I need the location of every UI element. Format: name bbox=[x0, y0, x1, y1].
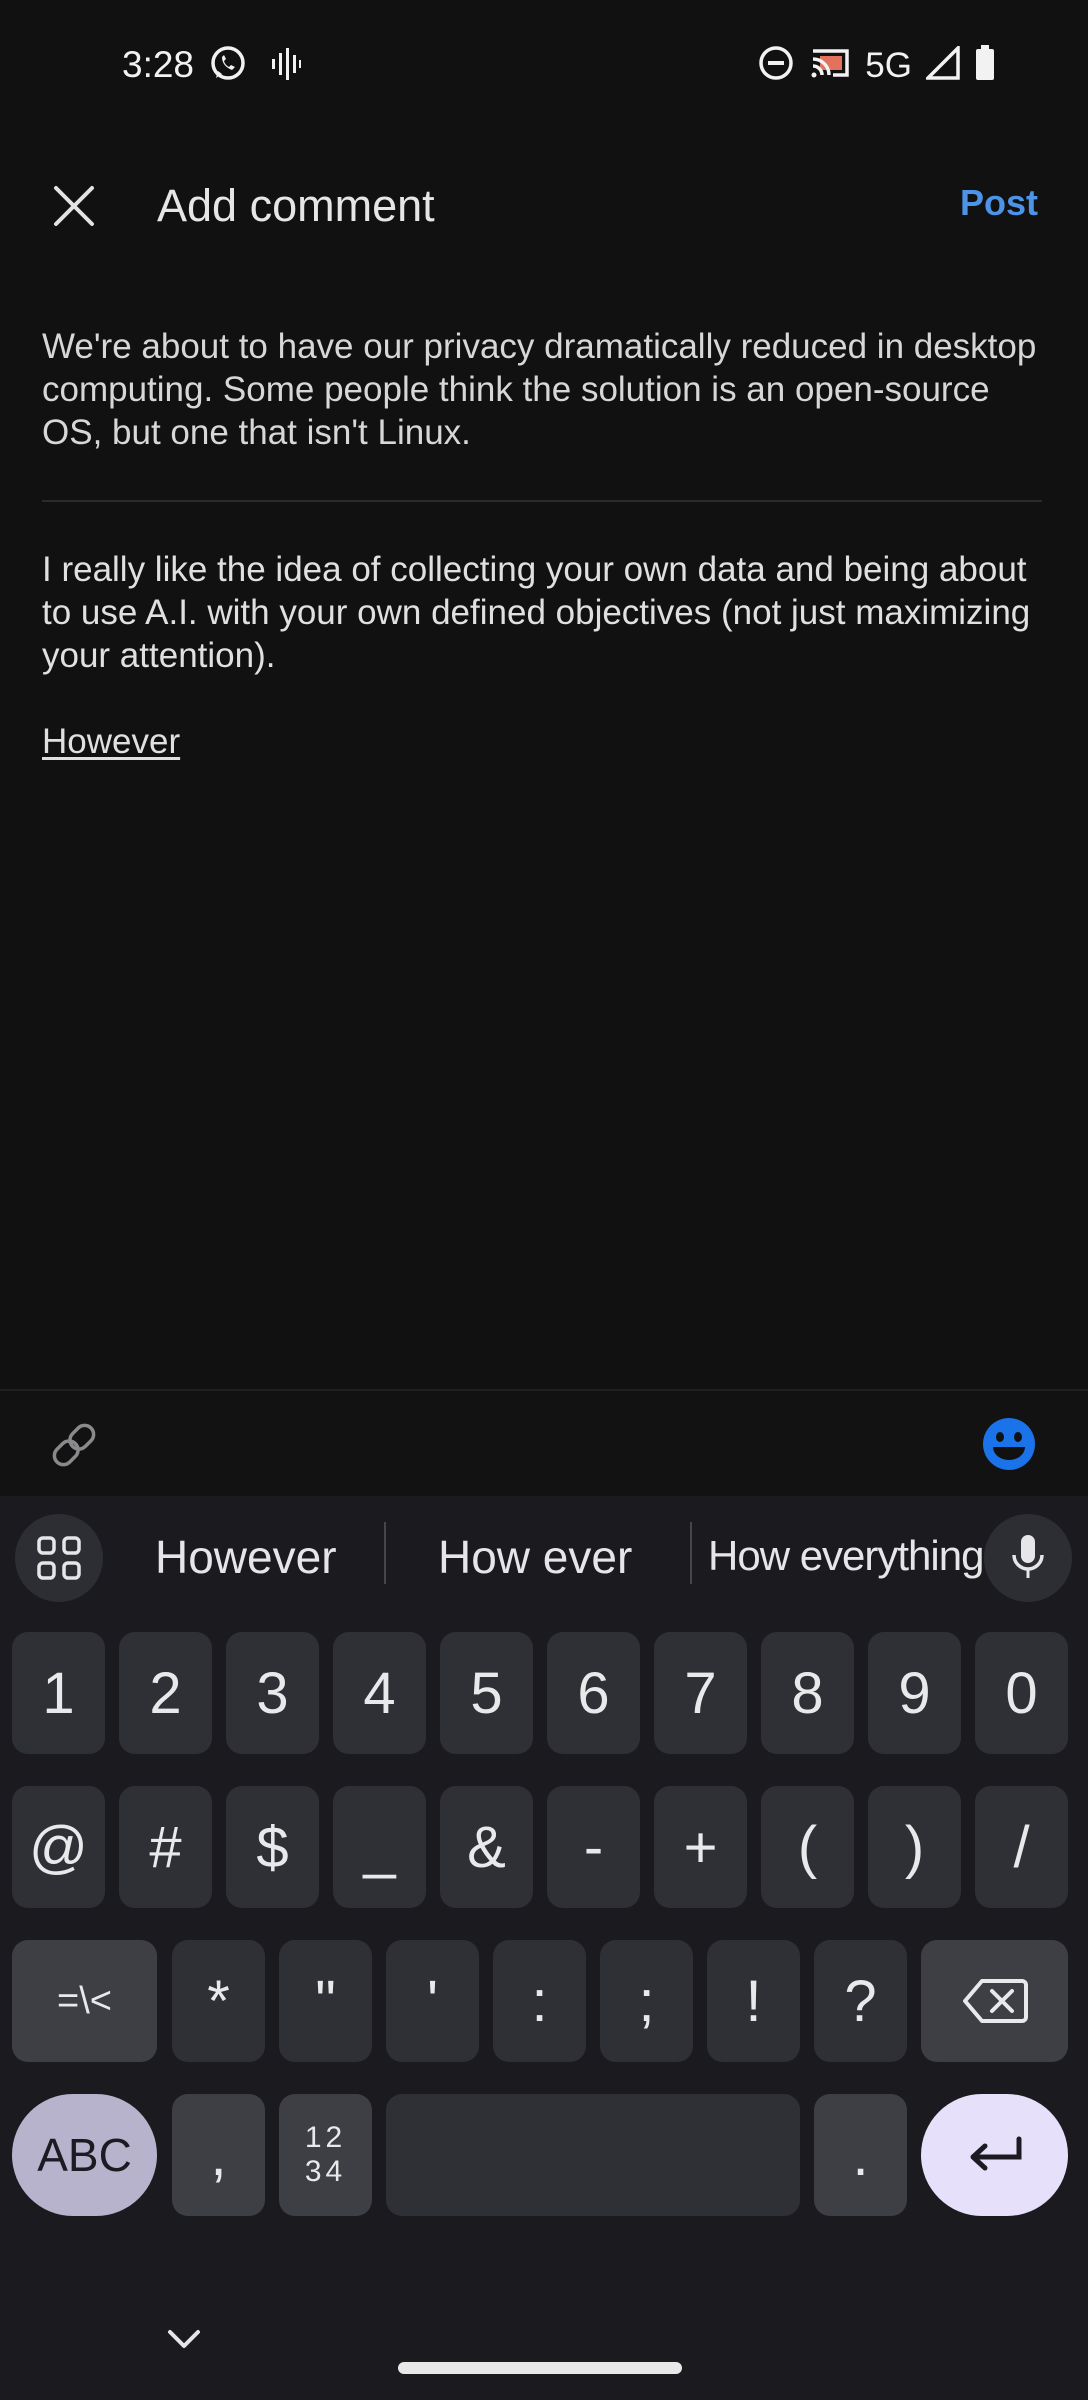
key-period[interactable]: . bbox=[814, 2094, 907, 2216]
comment-paragraph: I really like the idea of collecting you… bbox=[42, 550, 1031, 675]
key-semicolon[interactable]: ; bbox=[600, 1940, 693, 2062]
close-button[interactable] bbox=[42, 174, 106, 238]
numpad-label-top: 12 bbox=[304, 2121, 347, 2154]
suggestion-divider bbox=[690, 1522, 692, 1584]
voice-input-button[interactable] bbox=[984, 1514, 1072, 1602]
key-4[interactable]: 4 bbox=[333, 1632, 426, 1754]
grid-icon bbox=[37, 1536, 81, 1580]
key-7[interactable]: 7 bbox=[654, 1632, 747, 1754]
attachment-bar bbox=[0, 1389, 1088, 1496]
key-slash[interactable]: / bbox=[975, 1786, 1068, 1908]
whatsapp-icon bbox=[208, 44, 248, 89]
status-right: 5G bbox=[757, 43, 996, 87]
abc-key[interactable]: ABC bbox=[12, 2094, 157, 2216]
key-ampersand[interactable]: & bbox=[440, 1786, 533, 1908]
key-at[interactable]: @ bbox=[12, 1786, 105, 1908]
key-colon[interactable]: : bbox=[493, 1940, 586, 2062]
status-bar: 3:28 5G bbox=[0, 0, 1088, 134]
page-title: Add comment bbox=[157, 180, 435, 231]
key-8[interactable]: 8 bbox=[761, 1632, 854, 1754]
key-question[interactable]: ? bbox=[814, 1940, 907, 2062]
backspace-icon bbox=[962, 1979, 1028, 2023]
key-exclamation[interactable]: ! bbox=[707, 1940, 800, 2062]
key-6[interactable]: 6 bbox=[547, 1632, 640, 1754]
key-open-paren[interactable]: ( bbox=[761, 1786, 854, 1908]
key-9[interactable]: 9 bbox=[868, 1632, 961, 1754]
hide-keyboard-icon[interactable] bbox=[166, 2328, 202, 2352]
screen: 3:28 5G Add comment Post We're about to … bbox=[0, 0, 1088, 2400]
app-header: Add comment Post bbox=[0, 150, 1088, 262]
audio-wave-icon bbox=[270, 44, 302, 89]
key-5[interactable]: 5 bbox=[440, 1632, 533, 1754]
status-time: 3:28 bbox=[122, 44, 195, 85]
numpad-label: 12 34 bbox=[305, 2121, 346, 2189]
battery-icon bbox=[974, 44, 996, 87]
microphone-icon bbox=[1012, 1535, 1044, 1578]
enter-icon bbox=[970, 2136, 1021, 2171]
signal-icon bbox=[923, 43, 960, 85]
suggestion-1[interactable]: However bbox=[155, 1530, 337, 1584]
key-single-quote[interactable]: ' bbox=[386, 1940, 479, 2062]
suggestion-divider bbox=[384, 1522, 386, 1584]
key-minus[interactable]: - bbox=[547, 1786, 640, 1908]
key-plus[interactable]: + bbox=[654, 1786, 747, 1908]
key-hash[interactable]: # bbox=[119, 1786, 212, 1908]
emoji-icon[interactable] bbox=[980, 1415, 1038, 1473]
post-button[interactable]: Post bbox=[960, 182, 1038, 224]
key-1[interactable]: 1 bbox=[12, 1632, 105, 1754]
link-icon[interactable] bbox=[46, 1417, 102, 1473]
keyboard: However How ever How everything 1 2 3 4 … bbox=[0, 1496, 1088, 2400]
comment-input[interactable]: I really like the idea of collecting you… bbox=[42, 548, 1052, 763]
composing-word: However bbox=[42, 722, 181, 761]
key-2[interactable]: 2 bbox=[119, 1632, 212, 1754]
more-symbols-key[interactable]: =\< bbox=[12, 1940, 157, 2062]
numpad-key[interactable]: 12 34 bbox=[279, 2094, 372, 2216]
key-0[interactable]: 0 bbox=[975, 1632, 1068, 1754]
key-close-paren[interactable]: ) bbox=[868, 1786, 961, 1908]
key-underscore[interactable]: _ bbox=[333, 1786, 426, 1908]
quoted-post-text: We're about to have our privacy dramatic… bbox=[42, 327, 1037, 452]
key-double-quote[interactable]: " bbox=[279, 1940, 372, 2062]
divider bbox=[42, 500, 1042, 502]
home-gesture-bar[interactable] bbox=[398, 2362, 682, 2374]
do-not-disturb-icon bbox=[757, 44, 795, 87]
enter-key[interactable] bbox=[921, 2094, 1068, 2216]
space-key[interactable] bbox=[386, 2094, 800, 2216]
key-dollar[interactable]: $ bbox=[226, 1786, 319, 1908]
comment-paragraph-current: However bbox=[42, 720, 1052, 763]
key-asterisk[interactable]: * bbox=[172, 1940, 265, 2062]
suggestion-3[interactable]: How everything bbox=[708, 1532, 984, 1580]
key-comma[interactable]: , bbox=[172, 2094, 265, 2216]
suggestion-2[interactable]: How ever bbox=[438, 1530, 632, 1584]
cast-icon bbox=[809, 45, 851, 86]
backspace-key[interactable] bbox=[921, 1940, 1068, 2062]
suggestion-strip: However How ever How everything bbox=[0, 1496, 1088, 1612]
network-type: 5G bbox=[865, 45, 912, 85]
keyboard-menu-button[interactable] bbox=[15, 1514, 103, 1602]
close-icon bbox=[54, 186, 94, 226]
key-3[interactable]: 3 bbox=[226, 1632, 319, 1754]
numpad-label-bottom: 34 bbox=[304, 2155, 347, 2188]
